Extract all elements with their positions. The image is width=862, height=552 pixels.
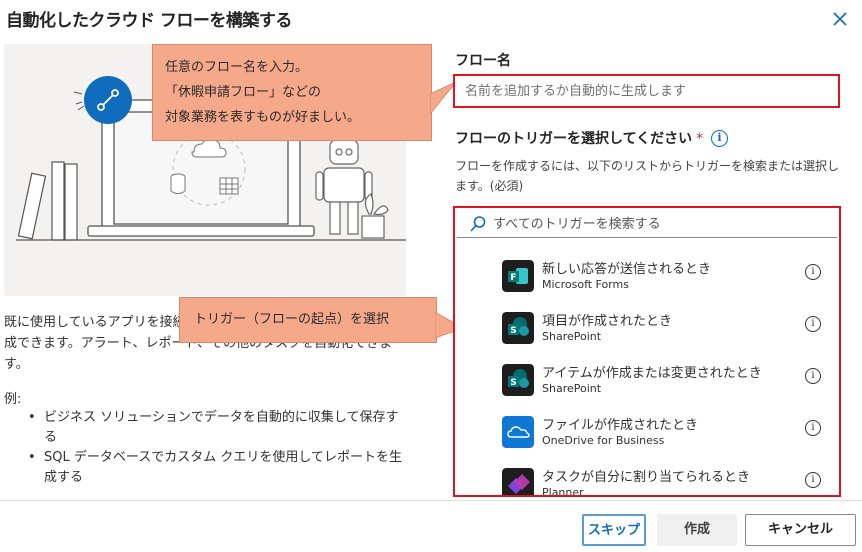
books-illustration [17,161,78,241]
trigger-item[interactable]: F 新しい応答が送信されるとき Microsoft Forms i [455,258,839,310]
skip-button[interactable]: スキップ [582,514,646,546]
flow-badge-icon [73,76,132,124]
trigger-connector: OneDrive for Business [542,434,665,447]
trigger-search-box[interactable] [457,210,837,238]
plant-illustration [361,193,389,239]
trigger-name: アイテムが作成または変更されたとき [542,366,762,381]
svg-text:S: S [510,326,516,336]
callout-trigger-hint: トリガー（フローの起点）を選択 [179,297,437,343]
onedrive-icon [502,416,534,448]
sharepoint-icon: S [502,312,534,344]
trigger-connector: SharePoint [542,330,602,343]
info-icon[interactable]: i [805,316,821,332]
flow-name-label: フロー名 [455,53,511,69]
create-button[interactable]: 作成 [657,514,737,546]
trigger-item[interactable]: S アイテムが作成または変更されたとき SharePoint i [455,362,839,414]
example-item: • ビジネス ソリューションでデータを自動的に収集して保存する [28,410,399,445]
forms-icon: F [502,260,534,292]
planner-icon [502,468,534,495]
trigger-name: 新しい応答が送信されるとき [542,262,712,277]
required-mark: * [696,131,704,147]
callout-line: 対象業務を表すものが好ましい。 [165,110,361,125]
trigger-item[interactable]: ファイルが作成されたとき OneDrive for Business i [455,414,839,466]
cancel-button[interactable]: キャンセル [745,514,856,546]
examples-title: 例: [4,392,22,407]
trigger-search-input[interactable] [493,212,823,236]
trigger-name: タスクが自分に割り当てられるとき [542,470,751,485]
database-icon [170,173,186,194]
trigger-connector: Planner [542,486,584,497]
search-icon [470,216,486,232]
info-icon[interactable]: i [805,472,821,488]
close-icon [833,12,847,26]
example-item: • SQL データベースでカスタム クエリを使用してレポートを生成する [28,450,402,485]
trigger-name: 項目が作成されたとき [542,314,673,329]
table-icon [219,177,239,195]
svg-text:F: F [510,273,516,283]
dialog-title: 自動化したクラウド フローを構築する [6,11,292,31]
trigger-connector: SharePoint [542,382,602,395]
trigger-item[interactable]: タスクが自分に割り当てられるとき Planner i [455,466,839,497]
svg-text:S: S [510,378,516,388]
info-icon[interactable]: i [711,130,728,147]
trigger-connector: Microsoft Forms [542,278,629,291]
info-icon[interactable]: i [805,368,821,384]
footer-divider [0,500,862,501]
info-icon[interactable]: i [805,420,821,436]
trigger-list-panel: F 新しい応答が送信されるとき Microsoft Forms i S 項目が作… [453,206,841,497]
trigger-name: ファイルが作成されたとき [542,418,699,433]
examples-list: • ビジネス ソリューションでデータを自動的に収集して保存する • SQL データベ… [28,408,408,488]
callout-line: 「休暇申請フロー」などの [165,85,322,100]
info-icon[interactable]: i [805,264,821,280]
trigger-item[interactable]: S 項目が作成されたとき SharePoint i [455,310,839,362]
flow-name-input[interactable] [453,74,840,108]
close-button[interactable] [830,9,850,29]
trigger-label: フローのトリガーを選択してください * [455,131,704,147]
sharepoint-icon: S [502,364,534,396]
callout-line: 任意のフロー名を入力。 [165,60,309,75]
callout-name-hint: 任意のフロー名を入力。 「休暇申請フロー」などの 対象業務を表すものが好ましい。 [152,44,432,141]
trigger-description: フローを作成するには、以下のリストからトリガーを検索または選択します。(必須) [455,159,840,193]
